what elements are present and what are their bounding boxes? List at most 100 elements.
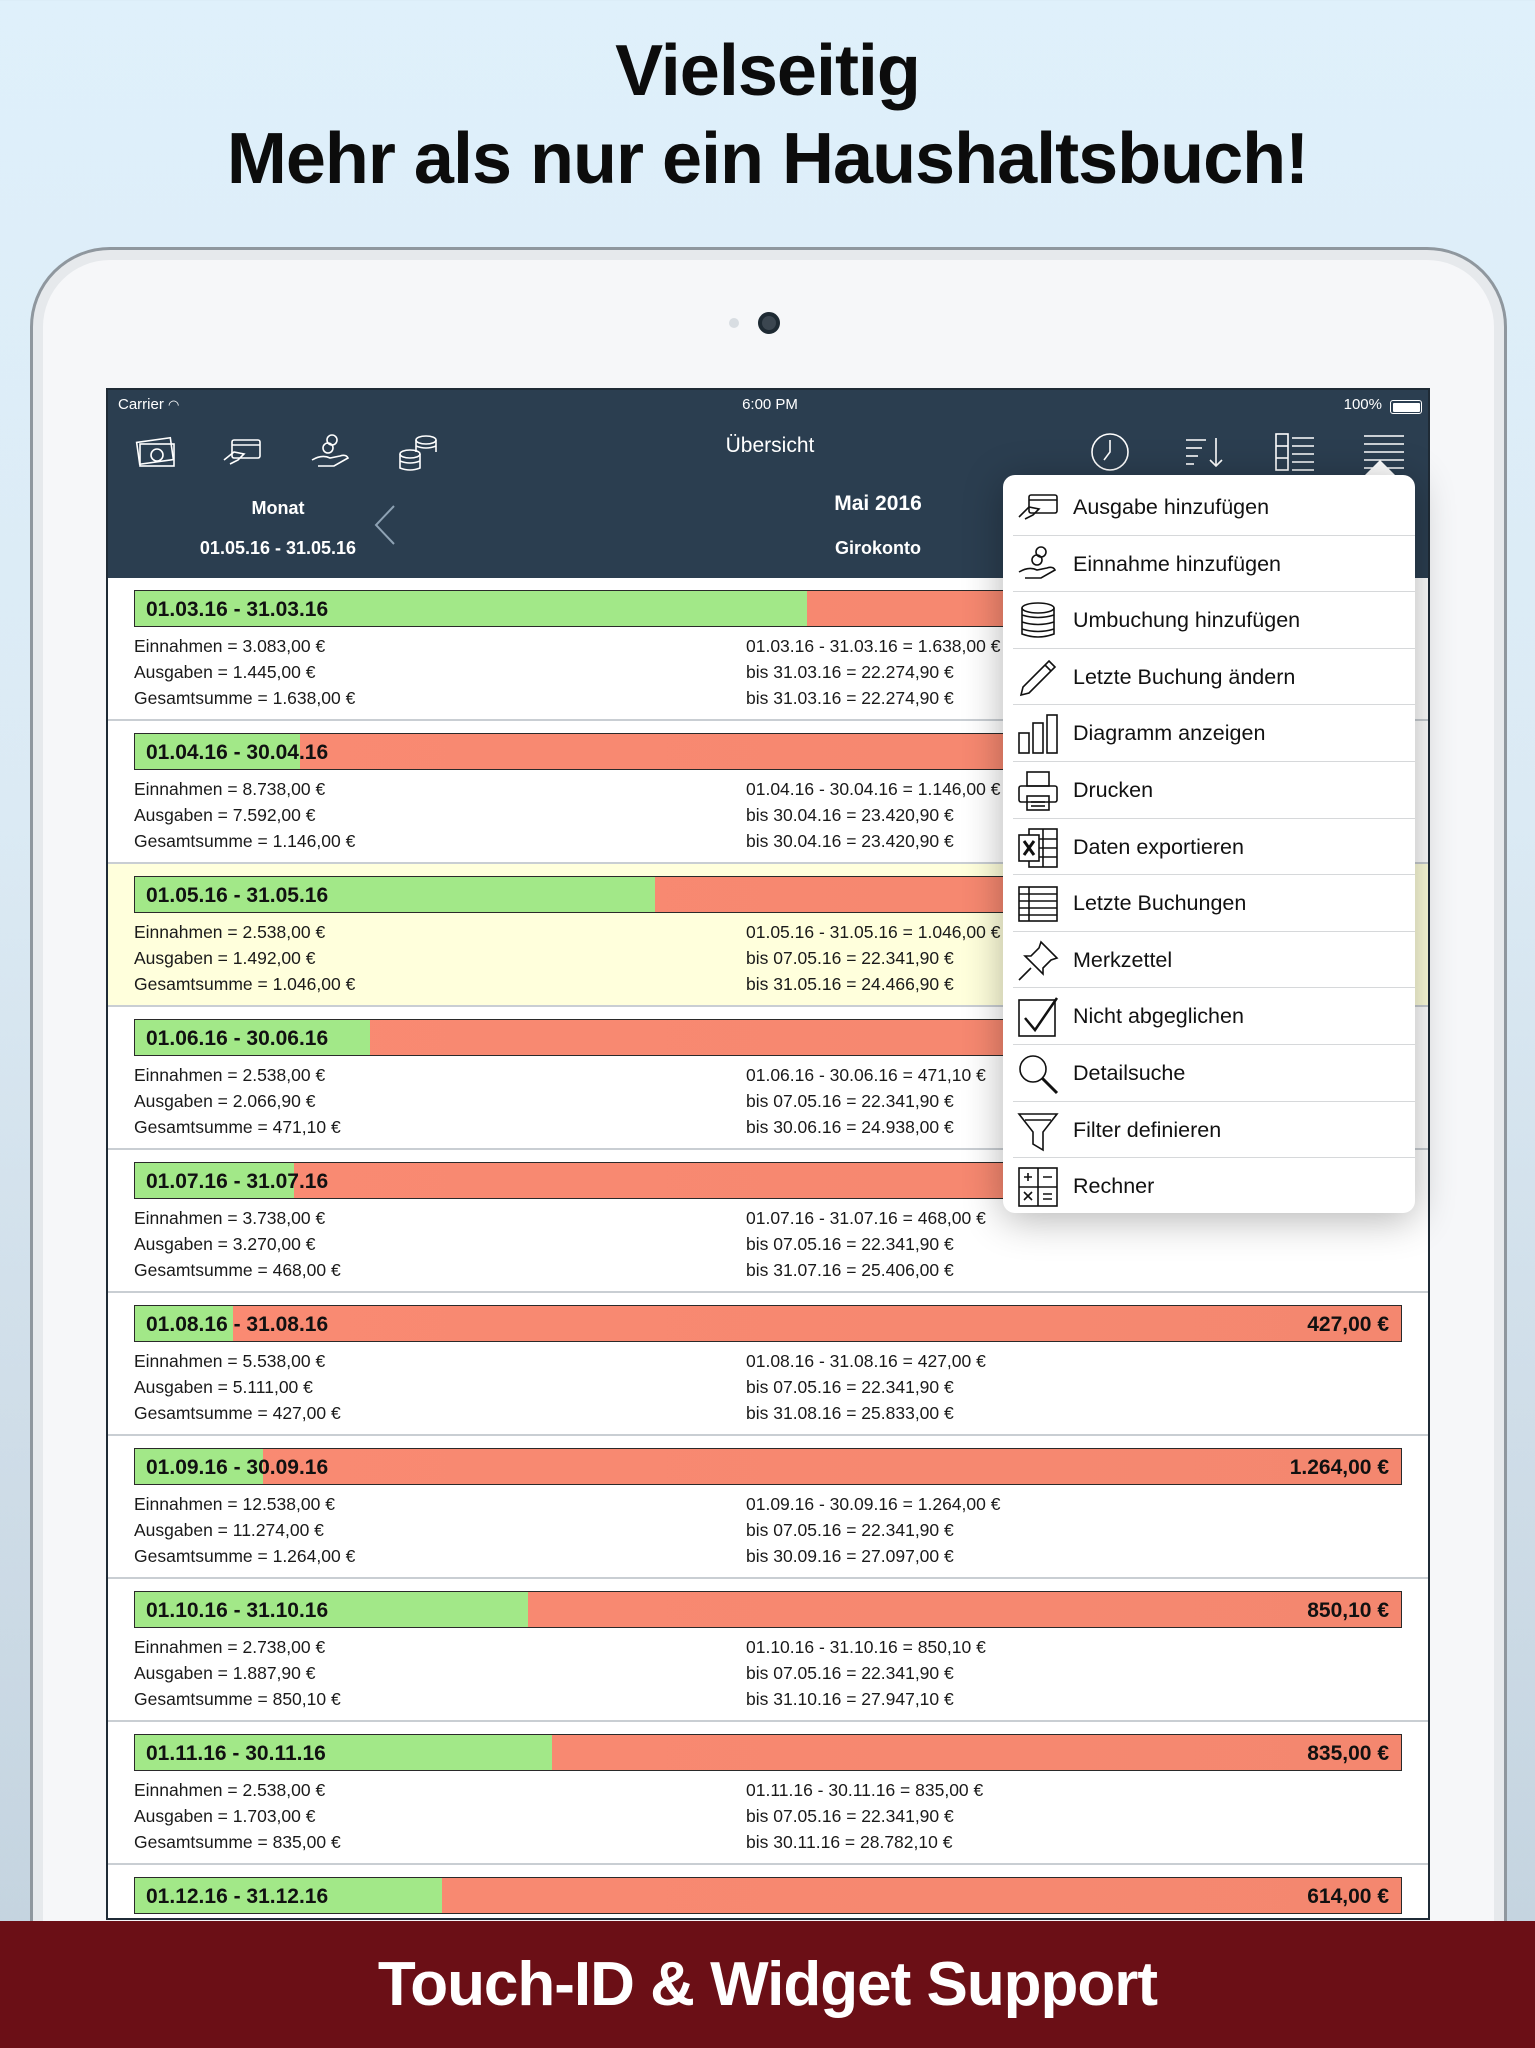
menu-item-letzte-buchung-ändern[interactable]: Letzte Buchung ändern [1013,649,1415,706]
balance-until-today: bis 07.05.16 = 22.341,90 € [746,1806,954,1826]
period-range: 01.03.16 - 31.03.16 [146,598,329,621]
expense-total: Ausgaben = 1.887,90 € [134,1663,316,1683]
period-row[interactable]: 01.11.16 - 30.11.16 835,00 € Einnahmen = 2… [108,1722,1428,1865]
period-range: 01.11.16 - 30.11.16 [146,1742,326,1765]
balance-until-today: bis 07.05.16 = 22.341,90 € [746,948,954,968]
menu-item-merkzettel[interactable]: Merkzettel [1013,932,1415,989]
printer-icon [1017,770,1059,812]
sort-icon[interactable] [1182,430,1226,474]
balance-until-end: bis 30.09.16 = 27.097,00 € [746,1546,954,1566]
period-range: 01.12.16 - 31.12.16 [146,1885,329,1908]
income-total: Einnahmen = 2.538,00 € [134,1065,326,1085]
nav-title: Übersicht [725,434,815,457]
period-range: 01.07.16 - 31.07.16 [146,1170,329,1193]
sum-total: Gesamtsumme = 850,10 € [134,1689,341,1709]
menu-item-umbuchung-hinzufügen[interactable]: Umbuchung hinzufügen [1013,592,1415,649]
pin-icon [1017,940,1059,982]
menu-item-rechner[interactable]: Rechner [1013,1158,1415,1215]
menu-item-einnahme-hinzufügen[interactable]: Einnahme hinzufügen [1013,536,1415,593]
balance-bar: 01.10.16 - 31.10.16 850,10 € [134,1591,1402,1628]
period-mode-label[interactable]: Monat [178,498,378,519]
balance-until-end: bis 30.11.16 = 28.782,10 € [746,1832,953,1852]
clock-icon[interactable] [1088,430,1132,474]
pencil-icon [1017,657,1059,699]
menu-item-nicht-abgeglichen[interactable]: Nicht abgeglichen [1013,988,1415,1045]
balance-until-today: bis 07.05.16 = 22.341,90 € [746,1091,954,1111]
menu-item-label: Letzte Buchung ändern [1073,664,1296,689]
period-balance: 614,00 € [1307,1885,1389,1908]
menu-item-detailsuche[interactable]: Detailsuche [1013,1045,1415,1102]
promo-banner: Touch-ID & Widget Support [0,1921,1535,2048]
balance-until-end: bis 31.05.16 = 24.466,90 € [746,974,954,994]
expense-total: Ausgaben = 5.111,00 € [134,1377,313,1397]
expense-total: Ausgaben = 7.592,00 € [134,805,316,825]
balance-until-today: bis 07.05.16 = 22.341,90 € [746,1520,954,1540]
chevron-left-icon[interactable] [370,502,400,548]
period-balance: 427,00 € [1307,1313,1389,1336]
menu-item-label: Detailsuche [1073,1061,1186,1085]
balance-until-end: bis 30.06.16 = 24.938,00 € [746,1117,954,1137]
card-payment-icon [1017,487,1059,529]
popover-arrow [1364,460,1396,476]
period-range: 01.10.16 - 31.10.16 [146,1599,329,1622]
period-result: 01.11.16 - 30.11.16 = 835,00 € [746,1780,984,1800]
menu-item-drucken[interactable]: Drucken [1013,762,1415,819]
expense-total: Ausgaben = 1.445,00 € [134,662,316,682]
period-range: 01.04.16 - 30.04.16 [146,741,329,764]
period-row[interactable]: 01.12.16 - 31.12.16 614,00 € [108,1865,1428,1918]
period-result: 01.10.16 - 31.10.16 = 850,10 € [746,1637,986,1657]
status-time: 6:00 PM [742,396,798,413]
balance-bar: 01.09.16 - 30.09.16 1.264,00 € [134,1448,1402,1485]
balance-until-end: bis 31.10.16 = 27.947,10 € [746,1689,954,1709]
list-detail-icon[interactable] [1272,430,1316,474]
sum-total: Gesamtsumme = 1.046,00 € [134,974,356,994]
sum-total: Gesamtsumme = 468,00 € [134,1260,341,1280]
sum-total: Gesamtsumme = 1.264,00 € [134,1546,356,1566]
sum-total: Gesamtsumme = 1.146,00 € [134,831,356,851]
action-menu-popover: Ausgabe hinzufügen Einnahme hinzufügen Umb… [1003,475,1415,1213]
balance-until-today: bis 31.03.16 = 22.274,90 € [746,662,954,682]
headline-subtitle: Mehr als nur ein Haushaltsbuch! [226,119,1309,199]
menu-item-daten-exportieren[interactable]: Daten exportieren [1013,819,1415,876]
menu-item-diagramm-anzeigen[interactable]: Diagramm anzeigen [1013,705,1415,762]
period-result: 01.06.16 - 30.06.16 = 471,10 € [746,1065,986,1085]
table-icon [1017,883,1059,925]
account-label[interactable]: Girokonto [728,538,1028,559]
sum-total: Gesamtsumme = 427,00 € [134,1403,341,1423]
calculator-icon [1017,1166,1059,1208]
period-row[interactable]: 01.08.16 - 31.08.16 427,00 € Einnahmen = 5… [108,1293,1428,1436]
period-row[interactable]: 01.09.16 - 30.09.16 1.264,00 € Einnahmen =… [108,1436,1428,1579]
income-total: Einnahmen = 3.738,00 € [134,1208,326,1228]
menu-item-label: Merkzettel [1073,947,1173,972]
period-row[interactable]: 01.10.16 - 31.10.16 850,10 € Einnahmen = 2… [108,1579,1428,1722]
balance-bar: 01.08.16 - 31.08.16 427,00 € [134,1305,1402,1342]
period-range-label: 01.05.16 - 31.05.16 [199,538,357,558]
income-total: Einnahmen = 3.083,00 € [134,636,326,656]
income-total: Einnahmen = 12.538,00 € [134,1494,335,1514]
period-range: 01.09.16 - 30.09.16 [146,1456,329,1479]
period-range: 01.08.16 - 31.08.16 [146,1313,329,1336]
expense-total: Ausgaben = 2.066,90 € [134,1091,316,1111]
menu-item-label: Nicht abgeglichen [1073,1004,1244,1029]
front-camera [758,312,780,334]
balance-until-end: bis 31.08.16 = 25.833,00 € [746,1403,954,1423]
excel-icon [1017,827,1059,869]
coins-stack-icon [1017,600,1059,642]
headline-title: Vielseitig [615,31,921,111]
menu-item-letzte-buchungen[interactable]: Letzte Buchungen [1013,875,1415,932]
checkbox-icon [1017,996,1059,1038]
menu-item-label: Einnahme hinzufügen [1073,551,1281,576]
period-result: 01.04.16 - 30.04.16 = 1.146,00 € [746,779,1001,799]
promo-banner-text: Touch-ID & Widget Support [377,1950,1158,2019]
menu-item-label: Drucken [1073,778,1154,802]
period-result: 01.07.16 - 31.07.16 = 468,00 € [746,1208,986,1228]
sum-total: Gesamtsumme = 1.638,00 € [134,688,356,708]
period-range: 01.06.16 - 30.06.16 [146,1027,329,1050]
income-hand-icon [1017,544,1059,586]
period-range: 01.05.16 - 31.05.16 [146,884,329,907]
balance-until-today: bis 07.05.16 = 22.341,90 € [746,1663,954,1683]
income-total: Einnahmen = 2.738,00 € [134,1637,326,1657]
menu-item-label: Diagramm anzeigen [1073,721,1266,746]
menu-item-filter-definieren[interactable]: Filter definieren [1013,1102,1415,1159]
menu-item-ausgabe-hinzufügen[interactable]: Ausgabe hinzufügen [1013,479,1415,536]
